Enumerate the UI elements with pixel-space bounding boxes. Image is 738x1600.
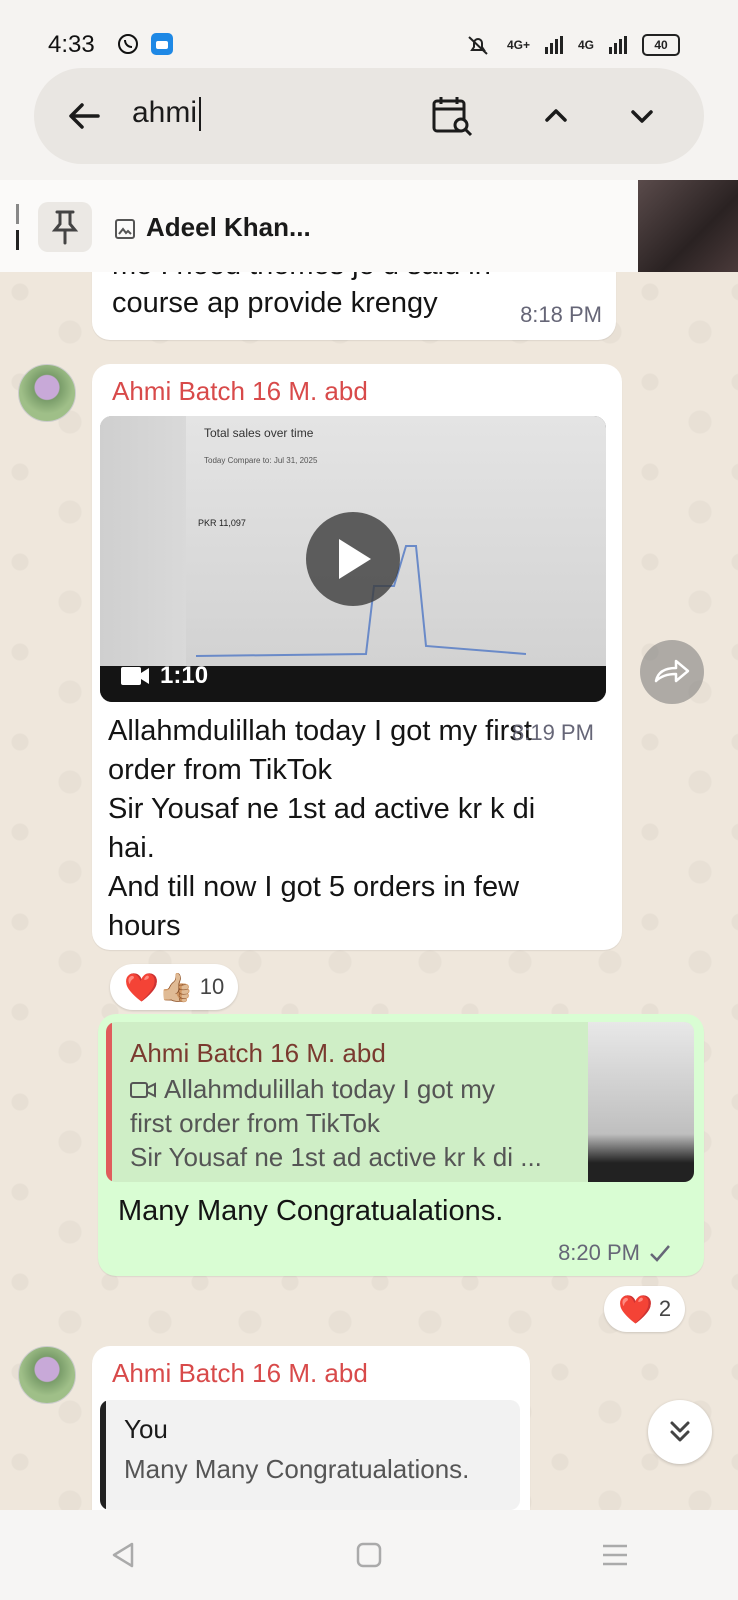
signal-1-label: 4G+ (506, 38, 530, 52)
avatar[interactable] (18, 364, 76, 422)
message-text-line: hai. (108, 832, 155, 864)
arrow-left-icon (69, 103, 100, 129)
quote-thumbnail (588, 1022, 694, 1182)
message-text: Allahmdulillah today I got my first orde… (108, 712, 535, 946)
quote-sender: You (124, 1414, 168, 1444)
quote-line: Many Many Congratualations. (124, 1454, 470, 1484)
system-navigation-bar (0, 1510, 738, 1600)
mute-icon (468, 36, 488, 55)
pin-button[interactable] (38, 202, 92, 252)
video-frame-metrics (536, 476, 606, 666)
reaction-count: 10 (199, 974, 225, 999)
message-bubble-incoming[interactable]: me I need themes jo u said in course ap … (92, 272, 616, 340)
video-frame-subtitle: Today Compare to: Jul 31, 2025 (204, 456, 318, 465)
calendar-search-icon (432, 97, 473, 137)
next-result-button[interactable] (614, 88, 670, 144)
pin-indicator-active (16, 230, 19, 250)
whatsapp-notification-icon (118, 34, 138, 54)
search-input[interactable]: ahmi (132, 96, 202, 132)
message-text-line: Allahmdulillah today I got my first (108, 715, 532, 747)
quote-sender: Ahmi Batch 16 M. abd (130, 1038, 386, 1068)
reaction-pill[interactable]: ❤️ 2 (604, 1286, 686, 1332)
quote-line-text: Allahmdulillah today I got my (164, 1074, 495, 1104)
quote-line: first order from TikTok (130, 1108, 380, 1138)
video-frame-sidebar (100, 416, 186, 666)
video-duration: 1:10 (120, 662, 208, 690)
status-notification-icons (116, 32, 174, 56)
message-text-line: And till now I got 5 orders in few (108, 871, 520, 903)
pinned-message-title: Adeel Khan... (146, 212, 311, 242)
sender-name[interactable]: Ahmi Batch 16 M. abd (112, 376, 368, 407)
message-bubble-incoming-reply[interactable]: Ahmi Batch 16 M. abd You Many Many Congr… (92, 1346, 530, 1510)
forward-icon (654, 659, 690, 683)
reaction-emojis: ❤️ (618, 1293, 653, 1325)
search-query: ahmi (132, 96, 198, 129)
forward-button[interactable] (640, 640, 704, 704)
quote-accent-bar (100, 1400, 106, 1510)
home-nav-icon[interactable] (355, 1541, 383, 1569)
battery-indicator: 40 (642, 34, 680, 56)
double-chevron-down-icon (670, 1421, 690, 1442)
message-text: Many Many Congratualations. (118, 1195, 504, 1227)
message-timestamp: 8:19 PM (512, 720, 594, 745)
play-button[interactable] (306, 512, 400, 606)
video-camera-icon (130, 1081, 156, 1098)
signal-bars-2-icon (609, 36, 627, 54)
text-caret (199, 97, 202, 132)
video-duration-label: 1:10 (160, 662, 209, 689)
signal-bars-icon (544, 36, 563, 54)
search-bar: ahmi (34, 68, 704, 164)
video-frame-title: Total sales over time (204, 426, 314, 440)
message-timestamp: 8:18 PM (520, 302, 602, 327)
message-text-line: Sir Yousaf ne 1st ad active kr k di (108, 793, 536, 825)
message-text-line: order from TikTok (108, 754, 332, 786)
status-right-icons: 4G+ 4G 40 (463, 34, 680, 56)
sender-name[interactable]: Ahmi Batch 16 M. abd (112, 1358, 368, 1389)
chevron-down-icon (631, 110, 653, 123)
status-bar: 4:33 4G+ 4G 40 (0, 0, 738, 68)
pinned-thumbnail (638, 180, 738, 272)
app-notification-icon (151, 33, 173, 55)
back-nav-icon[interactable] (108, 1540, 138, 1570)
reaction-pill[interactable]: ❤️👍🏼 10 (110, 964, 239, 1010)
pinned-message-bar[interactable]: Adeel Khan... (0, 180, 738, 273)
quote-line: Allahmdulillah today I got my (130, 1074, 495, 1105)
message-meta: 8:20 PM (558, 1240, 672, 1266)
sent-check-icon (650, 1245, 670, 1262)
status-time: 4:33 (48, 31, 95, 58)
pin-indicator-inactive (16, 204, 19, 224)
scroll-to-bottom-button[interactable] (648, 1400, 712, 1464)
pin-icon (51, 210, 79, 245)
search-by-date-button[interactable] (424, 88, 480, 144)
reaction-count: 2 (658, 1296, 672, 1321)
quote-accent-bar (106, 1022, 112, 1182)
video-camera-icon (121, 667, 149, 685)
message-bubble-outgoing[interactable]: Ahmi Batch 16 M. abd Allahmdulillah toda… (98, 1014, 704, 1276)
video-thumbnail[interactable]: Total sales over time Today Compare to: … (100, 416, 606, 702)
message-text-line: hours (108, 910, 181, 942)
previous-result-button[interactable] (528, 88, 584, 144)
message-bubble-incoming-video[interactable]: Ahmi Batch 16 M. abd Total sales over ti… (92, 364, 622, 950)
avatar[interactable] (18, 1346, 76, 1404)
message-text-line: course ap provide krengy (112, 287, 438, 319)
search-header: ahmi (0, 68, 738, 180)
quoted-message[interactable]: Ahmi Batch 16 M. abd Allahmdulillah toda… (106, 1022, 694, 1182)
back-button[interactable] (62, 94, 106, 138)
quote-line: Sir Yousaf ne 1st ad active kr k di ... (130, 1142, 542, 1172)
chevron-up-icon (545, 109, 567, 122)
reaction-emojis: ❤️👍🏼 (124, 971, 194, 1003)
signal-2-label: 4G (577, 38, 594, 52)
recents-nav-icon[interactable] (600, 1541, 630, 1569)
message-timestamp: 8:20 PM (558, 1240, 640, 1265)
chat-area[interactable]: me I need themes jo u said in course ap … (0, 272, 738, 1510)
image-icon (115, 219, 135, 239)
quoted-message[interactable]: You Many Many Congratualations. (100, 1400, 520, 1510)
play-icon (339, 539, 371, 579)
